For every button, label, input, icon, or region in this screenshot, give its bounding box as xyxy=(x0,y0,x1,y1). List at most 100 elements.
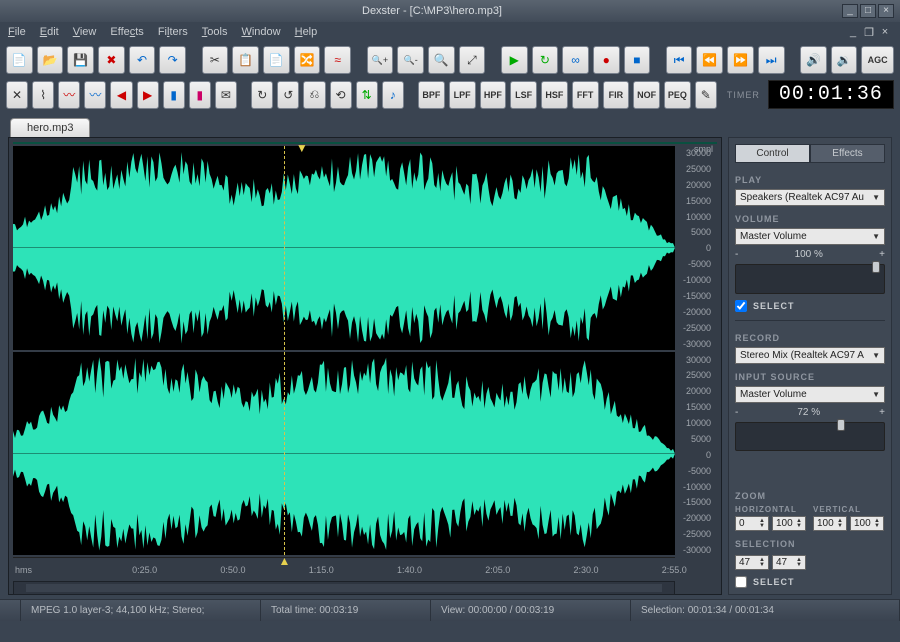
menu-help[interactable]: Help xyxy=(295,26,318,38)
undo-button[interactable]: ↶ xyxy=(129,46,156,74)
new-button[interactable]: 📄 xyxy=(6,46,33,74)
menu-window[interactable]: Window xyxy=(241,26,280,38)
hpf-button[interactable]: HPF xyxy=(480,81,507,109)
maximize-button[interactable]: □ xyxy=(860,4,876,18)
playhead-cursor[interactable] xyxy=(284,352,285,556)
waveform-right-channel[interactable] xyxy=(13,352,675,556)
waveform-left-channel[interactable] xyxy=(13,146,675,350)
minimize-button[interactable]: _ xyxy=(842,4,858,18)
zoom-in-button[interactable]: 🔍+ xyxy=(367,46,394,74)
fx-button-3[interactable]: 〰 xyxy=(58,81,80,109)
menu-file[interactable]: File xyxy=(8,26,26,38)
play-button[interactable]: ▶ xyxy=(501,46,528,74)
peq-button[interactable]: PEQ xyxy=(664,81,691,109)
nof-button[interactable]: NOF xyxy=(633,81,660,109)
selection-section-label: SELECTION xyxy=(735,539,885,549)
menu-tools[interactable]: Tools xyxy=(202,26,228,38)
zoom-full-button[interactable]: ⤢ xyxy=(459,46,486,74)
speaker-left-button[interactable]: 🔊 xyxy=(800,46,827,74)
volume-slider[interactable] xyxy=(735,264,885,294)
minus-icon[interactable]: - xyxy=(735,407,738,418)
redo-button[interactable]: ↷ xyxy=(159,46,186,74)
zoom-v-top-spinner[interactable]: 100▲▼ xyxy=(813,516,847,531)
open-button[interactable]: 📂 xyxy=(37,46,64,74)
fx-last-button[interactable]: ✎ xyxy=(695,81,717,109)
overview-bar[interactable]: ▼ xyxy=(13,142,717,144)
playhead-cursor[interactable] xyxy=(284,146,285,350)
goto-end-button[interactable]: ⏭ xyxy=(758,46,785,74)
mdi-minimize-button[interactable]: _ xyxy=(846,26,860,38)
minus-icon[interactable]: - xyxy=(735,249,738,260)
zoom-h-end-spinner[interactable]: 100▲▼ xyxy=(772,516,806,531)
stop-button[interactable]: ■ xyxy=(624,46,651,74)
fade-out-button[interactable]: ▶ xyxy=(137,81,159,109)
input-source-dropdown[interactable]: Master Volume xyxy=(735,386,885,403)
play-device-dropdown[interactable]: Speakers (Realtek AC97 Au xyxy=(735,189,885,206)
input-slider[interactable] xyxy=(735,422,885,452)
zoom-v-bottom-spinner[interactable]: 100▲▼ xyxy=(850,516,884,531)
waveform-panel: ▼ hms ▲ 0:25.00:50.01:15.01:40.02:05.02:… xyxy=(8,137,722,595)
fade-in-button[interactable]: ◀ xyxy=(110,81,132,109)
mdi-close-button[interactable]: × xyxy=(878,26,892,38)
agc-button[interactable]: AGC xyxy=(861,46,893,74)
zoom-out-button[interactable]: 🔍- xyxy=(397,46,424,74)
fx-button-7[interactable]: ▮ xyxy=(163,81,185,109)
hsf-button[interactable]: HSF xyxy=(541,81,568,109)
zoom-h-start-spinner[interactable]: 0▲▼ xyxy=(735,516,769,531)
record-device-dropdown[interactable]: Stereo Mix (Realtek AC97 A xyxy=(735,347,885,364)
delete-button[interactable]: ✖ xyxy=(98,46,125,74)
lsf-button[interactable]: LSF xyxy=(510,81,537,109)
goto-begin-button[interactable]: ⏮ xyxy=(666,46,693,74)
fx-button-2[interactable]: ⌇ xyxy=(32,81,54,109)
selection-end-spinner[interactable]: 47▲▼ xyxy=(772,555,806,570)
fx-button-1[interactable]: ✕ xyxy=(6,81,28,109)
fx-button-15[interactable]: ♪ xyxy=(382,81,404,109)
plus-icon[interactable]: + xyxy=(879,407,885,418)
record-button[interactable]: ● xyxy=(593,46,620,74)
loop-button[interactable]: ∞ xyxy=(562,46,589,74)
rewind-button[interactable]: ⏪ xyxy=(696,46,723,74)
copy-button[interactable]: 📋 xyxy=(232,46,259,74)
fx-button-14[interactable]: ⇅ xyxy=(356,81,378,109)
save-button[interactable]: 💾 xyxy=(67,46,94,74)
fft-button[interactable]: FFT xyxy=(572,81,599,109)
fx-button-12[interactable]: ⎌ xyxy=(303,81,325,109)
play-loop-button[interactable]: ↻ xyxy=(532,46,559,74)
horizontal-scrollbar[interactable] xyxy=(13,581,675,595)
volume-device-dropdown[interactable]: Master Volume xyxy=(735,228,885,245)
paste-button[interactable]: 📄 xyxy=(263,46,290,74)
menu-effects[interactable]: Effects xyxy=(110,26,143,38)
menu-edit[interactable]: Edit xyxy=(40,26,59,38)
fx-button-8[interactable]: ▮ xyxy=(189,81,211,109)
plus-icon[interactable]: + xyxy=(879,249,885,260)
lpf-button[interactable]: LPF xyxy=(449,81,476,109)
forward-button[interactable]: ⏩ xyxy=(727,46,754,74)
selection-start-spinner[interactable]: 47▲▼ xyxy=(735,555,769,570)
mix-paste-button[interactable]: 🔀 xyxy=(294,46,321,74)
file-tab[interactable]: hero.mp3 xyxy=(10,118,90,137)
cut-button[interactable]: ✂ xyxy=(202,46,229,74)
menu-filters[interactable]: Filters xyxy=(158,26,188,38)
window-title: Dexster - [C:\MP3\hero.mp3] xyxy=(22,5,842,17)
tab-control[interactable]: Control xyxy=(735,144,810,163)
zoom-selection-button[interactable]: 🔍 xyxy=(428,46,455,74)
mix-button[interactable]: ≈ xyxy=(324,46,351,74)
fir-button[interactable]: FIR xyxy=(603,81,630,109)
fx-button-11[interactable]: ↺ xyxy=(277,81,299,109)
fx-button-4[interactable]: 〰 xyxy=(84,81,106,109)
status-total-time: Total time: 00:03:19 xyxy=(261,600,431,621)
fx-button-9[interactable]: ✉ xyxy=(215,81,237,109)
input-source-label: INPUT SOURCE xyxy=(735,372,885,382)
select-checkbox-1[interactable]: SELECT xyxy=(735,300,885,312)
close-button[interactable]: × xyxy=(878,4,894,18)
menu-view[interactable]: View xyxy=(73,26,97,38)
time-ruler[interactable]: hms ▲ 0:25.00:50.01:15.01:40.02:05.02:30… xyxy=(13,557,675,577)
fx-button-13[interactable]: ⟲ xyxy=(330,81,352,109)
tab-effects[interactable]: Effects xyxy=(810,144,885,163)
speaker-right-button[interactable]: 🔉 xyxy=(831,46,858,74)
select-checkbox-2[interactable]: SELECT xyxy=(735,576,885,588)
fx-button-10[interactable]: ↻ xyxy=(251,81,273,109)
mdi-restore-button[interactable]: ❐ xyxy=(862,26,876,38)
bpf-button[interactable]: BPF xyxy=(418,81,445,109)
side-panel: Control Effects PLAY Speakers (Realtek A… xyxy=(728,137,892,595)
